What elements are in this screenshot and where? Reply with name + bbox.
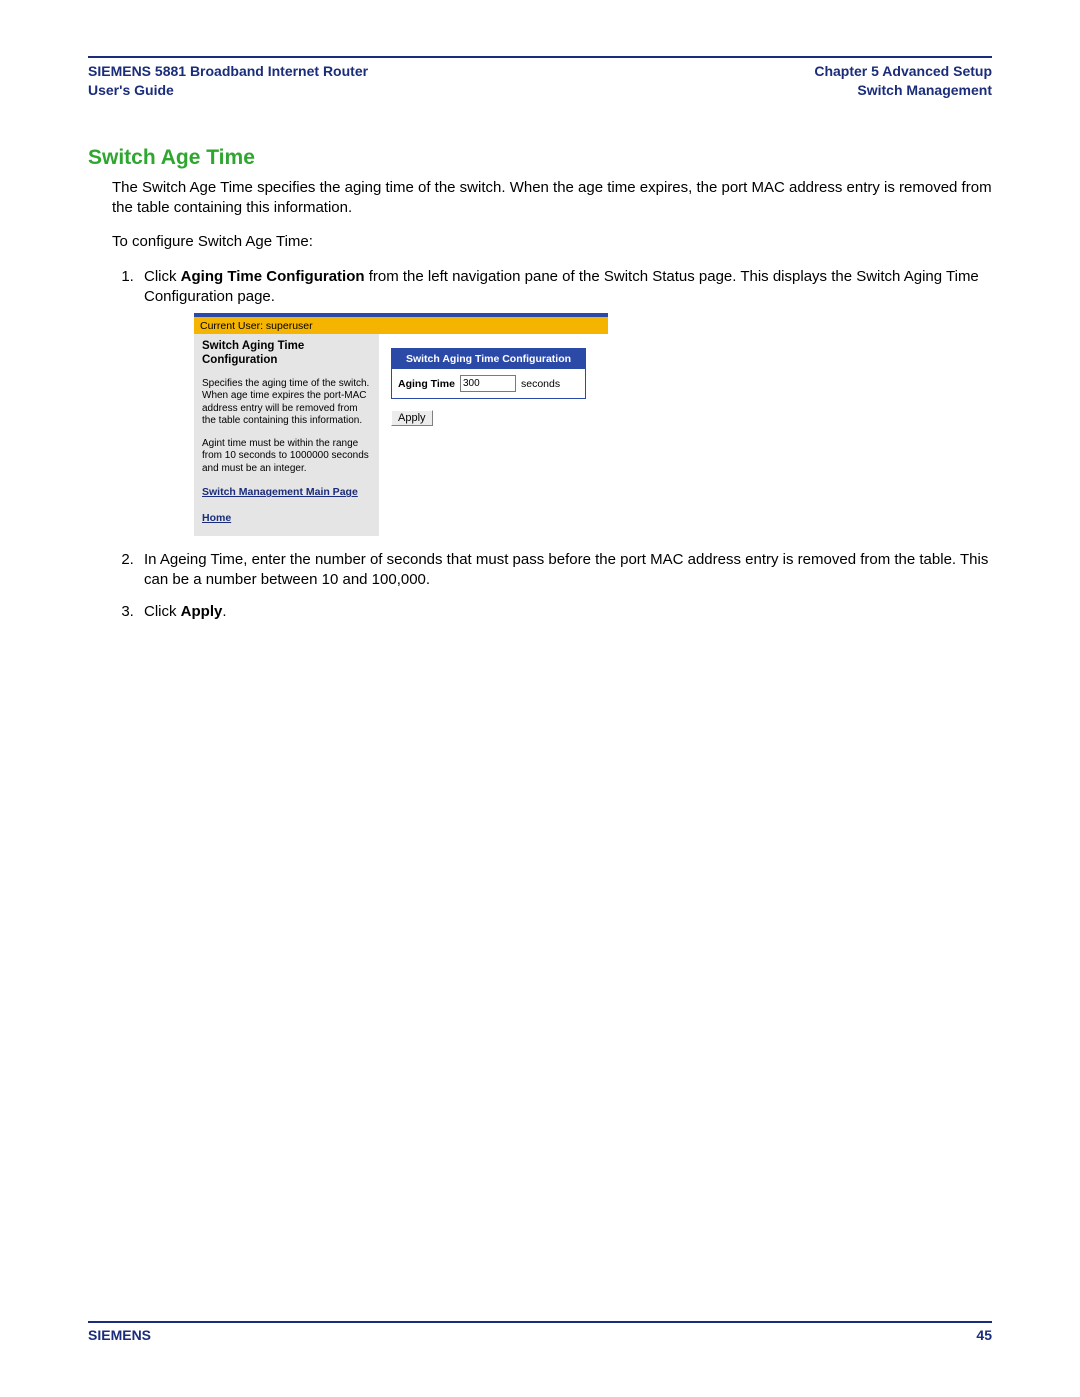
chapter-subtitle: Switch Management <box>814 81 992 100</box>
header-rule <box>88 56 992 58</box>
embed-left-p1: Specifies the aging time of the switch. … <box>202 378 371 428</box>
embed-left-title: Switch Aging Time Configuration <box>202 340 371 368</box>
section-intro: The Switch Age Time specifies the aging … <box>112 178 992 219</box>
aging-time-panel: Switch Aging Time Configuration Aging Ti… <box>391 348 586 399</box>
step-3: Click Apply. <box>138 602 992 622</box>
footer-rule <box>88 1321 992 1323</box>
step-3-prefix: Click <box>144 603 181 620</box>
current-user-bar: Current User: superuser <box>194 317 608 334</box>
embed-left-p2: Agint time must be within the range from… <box>202 438 371 476</box>
aging-time-input[interactable] <box>460 375 516 392</box>
embed-right-pane: Switch Aging Time Configuration Aging Ti… <box>379 334 608 437</box>
steps-list: Click Aging Time Configuration from the … <box>88 267 992 623</box>
embed-body: Switch Aging Time Configuration Specifie… <box>194 334 608 535</box>
step-3-suffix: . <box>222 603 226 620</box>
page-footer: SIEMENS 45 <box>88 1321 992 1343</box>
header-right: Chapter 5 Advanced Setup Switch Manageme… <box>814 62 992 100</box>
page-number: 45 <box>976 1327 992 1343</box>
panel-body: Aging Time seconds <box>392 369 585 398</box>
to-configure-label: To configure Switch Age Time: <box>112 232 992 252</box>
document-page: SIEMENS 5881 Broadband Internet Router U… <box>0 0 1080 1397</box>
link-switch-mgmt-main[interactable]: Switch Management Main Page <box>202 485 371 499</box>
page-header: SIEMENS 5881 Broadband Internet Router U… <box>88 62 992 100</box>
aging-time-label: Aging Time <box>398 377 455 391</box>
embed-left-pane: Switch Aging Time Configuration Specifie… <box>194 334 379 535</box>
chapter-title: Chapter 5 Advanced Setup <box>814 62 992 81</box>
footer-brand: SIEMENS <box>88 1327 151 1343</box>
section-heading: Switch Age Time <box>88 146 992 170</box>
step-1-prefix: Click <box>144 268 181 285</box>
aging-time-unit: seconds <box>521 377 560 391</box>
apply-button[interactable]: Apply <box>391 410 433 426</box>
footer-row: SIEMENS 45 <box>88 1327 992 1343</box>
doc-type: User's Guide <box>88 81 368 100</box>
header-left: SIEMENS 5881 Broadband Internet Router U… <box>88 62 368 100</box>
step-3-bold: Apply <box>181 603 223 620</box>
step-1-bold: Aging Time Configuration <box>181 268 365 285</box>
panel-title: Switch Aging Time Configuration <box>392 349 585 369</box>
step-1: Click Aging Time Configuration from the … <box>138 267 992 536</box>
embedded-screenshot: Current User: superuser Switch Aging Tim… <box>194 313 608 536</box>
link-home[interactable]: Home <box>202 511 371 525</box>
product-title: SIEMENS 5881 Broadband Internet Router <box>88 62 368 81</box>
step-2: In Ageing Time, enter the number of seco… <box>138 550 992 591</box>
